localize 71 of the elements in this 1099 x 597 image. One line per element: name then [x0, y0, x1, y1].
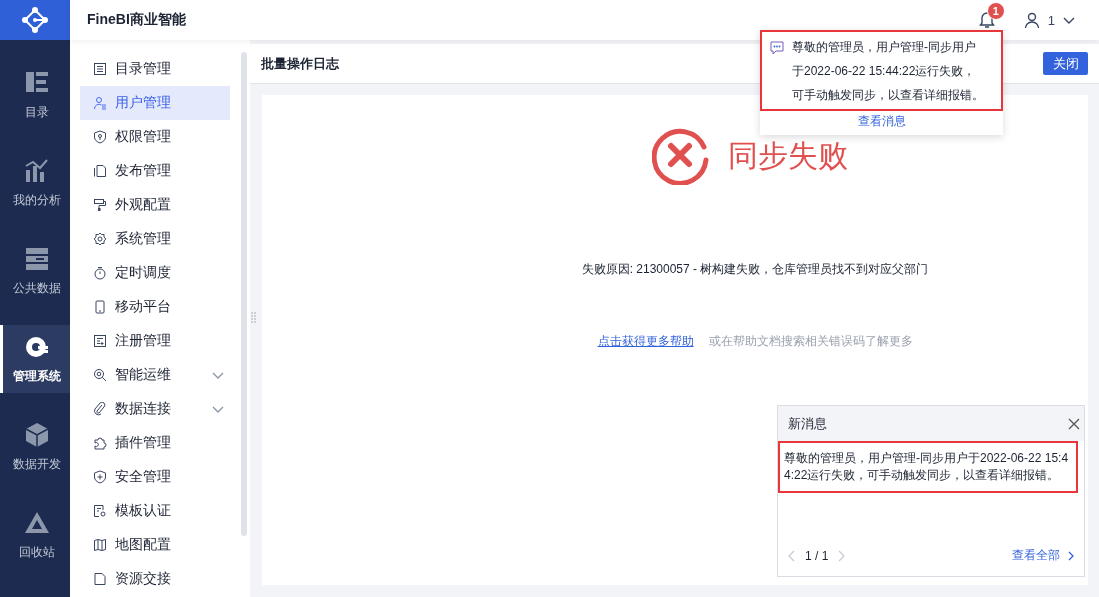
close-icon	[1068, 417, 1080, 430]
notification-message[interactable]: 尊敬的管理员，用户管理-同步用户 于2022-06-22 15:44:22运行失败， 可手动触发同步，以查看详细报错。	[760, 30, 1003, 111]
sidebar-item[interactable]: 发布管理	[80, 154, 230, 188]
chevron-left-icon	[788, 549, 795, 562]
list-icon	[93, 62, 107, 76]
sidebar-item[interactable]: 定时调度	[80, 256, 230, 290]
sidebar-item[interactable]: 资源交接	[80, 562, 230, 596]
message-line: 可手动触发同步，以查看详细报错。	[792, 87, 984, 104]
rail-item[interactable]: 公共数据	[0, 237, 70, 305]
failure-reason: 失败原因: 21300057 - 树构建失败，仓库管理员找不到对应父部门	[581, 261, 929, 278]
gear-icon	[93, 232, 107, 246]
help-link[interactable]: 点击获得更多帮助	[597, 333, 694, 350]
cube-icon	[23, 421, 50, 448]
view-all-link[interactable]: 查看全部	[1012, 547, 1074, 564]
chevron-right-icon	[838, 549, 846, 562]
chevron-right-icon	[1068, 550, 1074, 561]
rail-item[interactable]: 管理系统	[0, 325, 70, 393]
map-icon	[93, 538, 107, 552]
shield-icon	[93, 130, 107, 144]
rail-item[interactable]: 回收站	[0, 501, 70, 569]
sidebar-item[interactable]: 移动平台	[80, 290, 230, 324]
sidebar-item[interactable]: 模板认证	[80, 494, 230, 528]
document-icon	[93, 572, 107, 586]
page-title: 批量操作日志	[261, 54, 339, 73]
error-icon	[652, 127, 710, 185]
rail-item[interactable]: 目录	[0, 61, 70, 129]
drag-handle-icon	[251, 312, 256, 323]
sidebar-item[interactable]: 智能运维	[80, 358, 230, 392]
notification-badge: 1	[986, 2, 1005, 20]
sidebar-item[interactable]: 注册管理	[80, 324, 230, 358]
sidebar-item[interactable]: 外观配置	[80, 188, 230, 222]
form-icon	[93, 334, 107, 348]
logo-icon	[22, 7, 48, 33]
scrollbar[interactable]	[241, 52, 247, 536]
puzzle-icon	[93, 436, 107, 450]
close-button[interactable]: 关闭	[1043, 52, 1088, 75]
sidebar-item[interactable]: 权限管理	[80, 120, 230, 154]
person-icon	[93, 96, 107, 110]
sidebar-item[interactable]: 插件管理	[80, 426, 230, 460]
status-title: 同步失败	[728, 137, 848, 174]
stopwatch-icon	[93, 266, 107, 280]
phone-icon	[93, 300, 107, 314]
paint-roller-icon	[93, 198, 107, 212]
sidebar-item[interactable]: 目录管理	[80, 52, 230, 86]
rail-item[interactable]: 我的分析	[0, 149, 70, 217]
paperclip-icon	[93, 402, 107, 416]
sidebar-item[interactable]: 数据连接	[80, 392, 230, 426]
close-button[interactable]	[1068, 417, 1080, 430]
help-hint: 或在帮助文档搜索相关错误码了解更多	[708, 333, 913, 350]
sidebar-item[interactable]: 地图配置	[80, 528, 230, 562]
message-text: 尊敬的管理员，用户管理-同步用户于2022-06-22 15:44:22运行失败，可手动触发同步，以查看详细报错。	[778, 441, 1078, 493]
sidebar-item[interactable]: 用户管理	[80, 86, 230, 120]
rail-item[interactable]: 数据开发	[0, 413, 70, 481]
chat-icon	[770, 41, 784, 55]
sidebar-item[interactable]: 系统管理	[80, 222, 230, 256]
shield-plus-icon	[93, 470, 107, 484]
panel-title: 新消息	[788, 414, 827, 433]
database-icon	[23, 245, 50, 272]
user-icon	[1023, 12, 1040, 28]
message-line: 于2022-06-22 15:44:22运行失败，	[792, 63, 977, 80]
view-message-link[interactable]: 查看消息	[760, 111, 1003, 135]
page-counter: 1 / 1	[805, 548, 829, 563]
sidebar-item[interactable]: 安全管理	[80, 460, 230, 494]
document-pen-icon	[93, 504, 107, 518]
pages-icon	[93, 164, 107, 178]
chevron-down-icon	[1063, 16, 1075, 24]
app-title: FineBI商业智能	[87, 11, 186, 29]
user-name[interactable]: 1	[1047, 12, 1055, 28]
bar-chart-icon	[23, 157, 50, 184]
magnifier-icon	[93, 368, 107, 382]
message-line: 尊敬的管理员，用户管理-同步用户	[792, 39, 977, 56]
